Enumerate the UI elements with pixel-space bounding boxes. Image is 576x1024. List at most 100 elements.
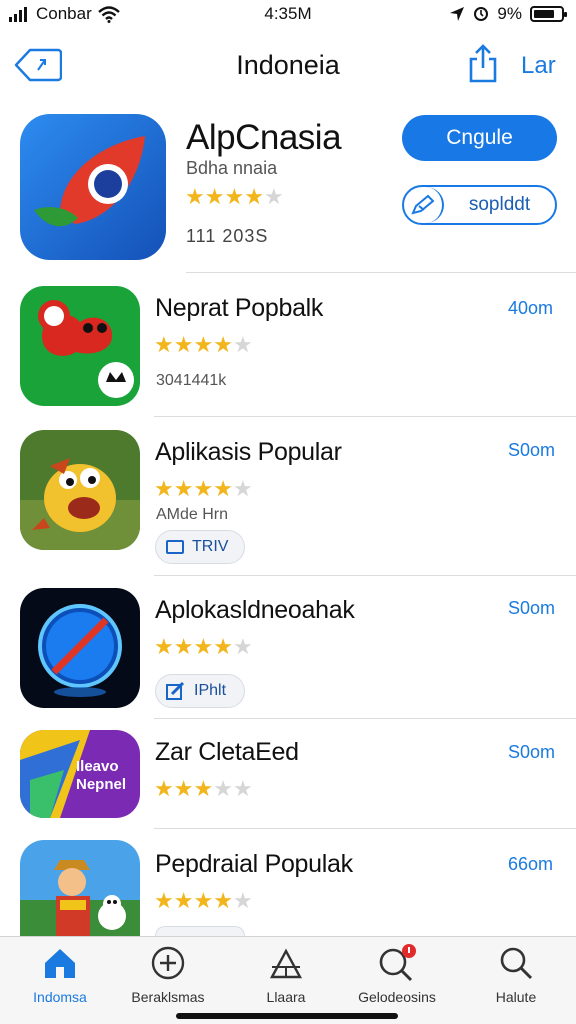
price-button[interactable]: 66om xyxy=(508,854,553,875)
star-icon: ★ xyxy=(232,634,253,659)
featured-app-title: AlpCnasia xyxy=(186,118,342,157)
tab-label: Gelodeosins xyxy=(358,989,436,1005)
tab-label: Llaara xyxy=(266,989,306,1005)
search-icon xyxy=(461,943,571,983)
rating-stars: ★★★★★ xyxy=(154,778,253,801)
featured-app: AlpCnasia Bdha nnaia ★★★★★ 111 203S Cngu… xyxy=(0,112,576,272)
home-indicator[interactable] xyxy=(176,1013,398,1019)
star-icon: ★ xyxy=(204,184,225,209)
star-icon: ★ xyxy=(154,476,174,501)
divider xyxy=(186,272,576,273)
price-button[interactable]: 40om xyxy=(508,298,553,319)
nav-right-link[interactable]: Lar xyxy=(521,52,556,80)
divider xyxy=(154,828,576,829)
battery-icon xyxy=(530,6,567,22)
tab-plus[interactable]: Beraklsmas xyxy=(113,943,223,1005)
edit-icon xyxy=(166,682,185,700)
star-icon: ★ xyxy=(154,332,174,357)
star-icon: ★ xyxy=(213,634,233,659)
get-button[interactable]: Cngule xyxy=(402,115,557,161)
star-icon: ★ xyxy=(173,776,194,801)
secondary-button[interactable]: soplddt xyxy=(402,185,557,225)
tab-home[interactable]: Indomsa xyxy=(5,943,115,1005)
star-icon: ★ xyxy=(263,184,284,209)
secondary-button-label: soplddt xyxy=(468,194,531,215)
star-icon: ★ xyxy=(173,332,194,357)
status-bar: Conbar 4:35M 9% xyxy=(0,0,576,30)
star-icon: ★ xyxy=(185,184,205,209)
divider xyxy=(154,575,576,576)
tab-label: Halute xyxy=(495,989,537,1005)
app-icon xyxy=(20,840,140,936)
battery-percent: 9% xyxy=(497,4,522,23)
star-icon: ★ xyxy=(154,634,174,659)
rating-stars: ★★★★★ xyxy=(154,890,253,913)
app-meta: AMde Hrn xyxy=(156,506,229,523)
location-icon xyxy=(450,7,465,21)
featured-app-subtitle: Bdha nnaia xyxy=(186,158,278,178)
star-icon: ★ xyxy=(193,634,214,659)
app-pill-button[interactable]: IPhlt xyxy=(155,674,245,708)
star-icon: ★ xyxy=(193,476,214,501)
tab-search-badge[interactable]: Gelodeosins xyxy=(342,943,452,1005)
tab-bar: Indomsa Beraklsmas Llaara Gelodeosins Ha… xyxy=(0,936,576,1024)
price-button[interactable]: S0om xyxy=(508,440,555,461)
featured-rating: ★★★★★ xyxy=(185,186,284,209)
plus-circle-icon xyxy=(113,943,223,983)
star-icon: ★ xyxy=(193,888,214,913)
star-icon: ★ xyxy=(213,888,233,913)
app-icon xyxy=(20,588,140,708)
app-title: Zar CletaEed xyxy=(155,738,299,766)
app-meta: 3041441k xyxy=(156,372,227,389)
star-icon: ★ xyxy=(213,332,233,357)
rating-stars: ★★★★★ xyxy=(154,478,253,501)
icon-text: Ileavo xyxy=(76,758,119,775)
star-icon: ★ xyxy=(224,184,245,209)
tab-tent[interactable]: Llaara xyxy=(231,943,341,1005)
divider xyxy=(154,416,576,417)
pill-label: IPhlt xyxy=(194,682,227,699)
star-icon: ★ xyxy=(213,776,233,801)
square-icon xyxy=(166,540,184,554)
star-icon: ★ xyxy=(154,888,174,913)
price-button[interactable]: S0om xyxy=(508,742,555,763)
app-title: Pepdraial Populak xyxy=(155,850,353,878)
app-title: Aplikasis Popular xyxy=(155,438,342,466)
app-icon xyxy=(20,430,140,550)
star-icon: ★ xyxy=(173,476,194,501)
star-icon: ★ xyxy=(232,776,253,801)
tent-icon xyxy=(231,943,341,983)
pencil-icon xyxy=(404,187,444,223)
app-icon: Ileavo Nepnel xyxy=(20,730,140,818)
app-pill-button[interactable]: TRIV xyxy=(155,530,245,564)
star-icon: ★ xyxy=(232,888,253,913)
star-icon: ★ xyxy=(193,776,214,801)
nav-bar: Indoneia Lar xyxy=(0,38,576,94)
rating-stars: ★★★★★ xyxy=(154,334,253,357)
home-icon xyxy=(5,943,115,983)
alarm-icon xyxy=(474,7,489,21)
star-icon: ★ xyxy=(244,184,264,209)
search-badge-icon xyxy=(342,943,452,983)
star-icon: ★ xyxy=(173,888,194,913)
star-icon: ★ xyxy=(193,332,214,357)
star-icon: ★ xyxy=(232,332,253,357)
app-icon xyxy=(20,286,140,406)
featured-app-icon[interactable] xyxy=(20,114,166,260)
app-title: Aplokasldneoahak xyxy=(155,596,355,624)
tab-label: Beraklsmas xyxy=(131,989,205,1005)
rating-stars: ★★★★★ xyxy=(154,636,253,659)
icon-text: Nepnel xyxy=(76,776,127,793)
star-icon: ★ xyxy=(173,634,194,659)
star-icon: ★ xyxy=(154,776,174,801)
featured-app-meta: 111 203S xyxy=(186,226,269,246)
share-icon[interactable] xyxy=(468,44,498,84)
pill-label: TRIV xyxy=(192,538,229,555)
tab-search[interactable]: Halute xyxy=(461,943,571,1005)
price-button[interactable]: S0om xyxy=(508,598,555,619)
star-icon: ★ xyxy=(213,476,233,501)
star-icon: ★ xyxy=(232,476,253,501)
divider xyxy=(154,718,576,719)
tab-label: Indomsa xyxy=(33,989,87,1005)
app-title: Neprat Popbalk xyxy=(155,294,324,322)
